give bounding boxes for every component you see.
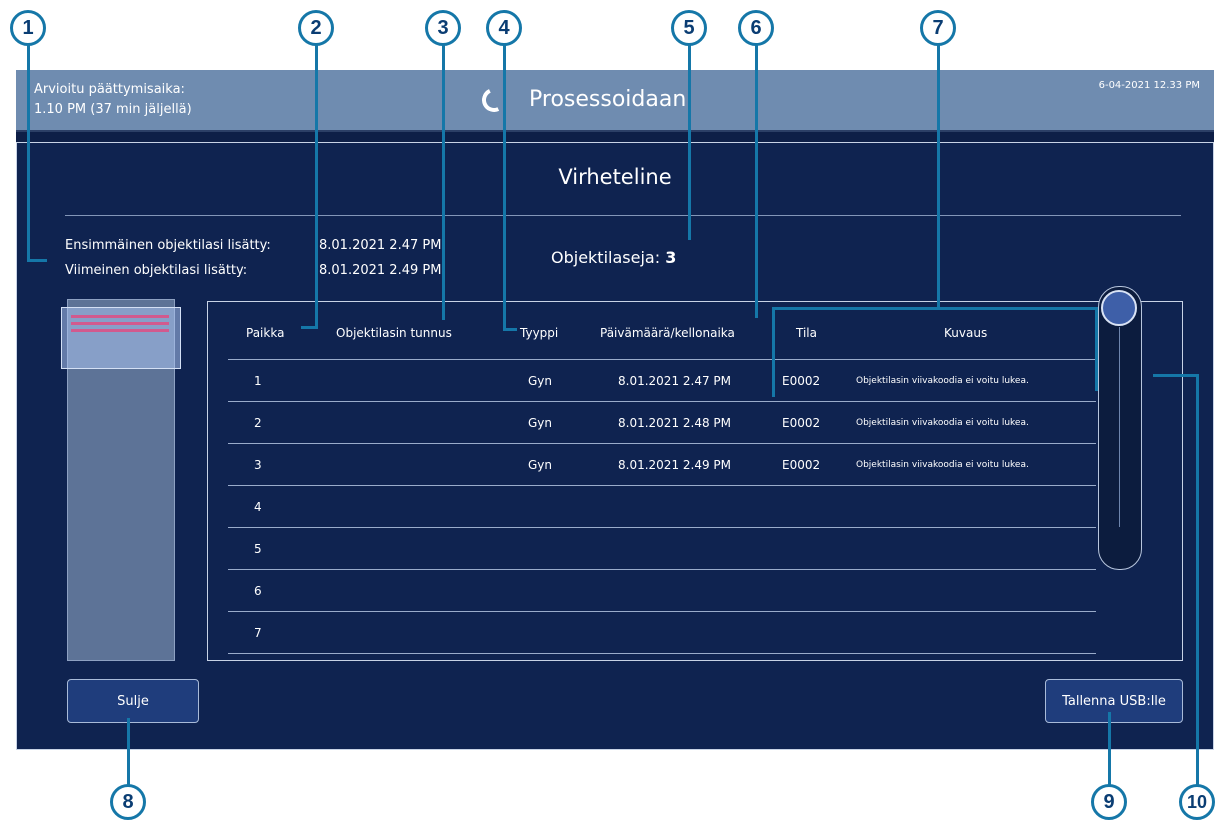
cell-position: 3 [254, 458, 262, 472]
table-row[interactable]: 4 [228, 486, 1096, 528]
table-row[interactable]: 7 [228, 612, 1096, 654]
eta-label: Arvioitu päättymisaika: [34, 82, 185, 97]
callout-line [503, 40, 506, 331]
callout-line [1153, 374, 1199, 377]
header-status: Tila [796, 326, 817, 340]
callout-line [1196, 374, 1199, 786]
callout-3: 3 [425, 10, 461, 46]
cell-datetime: 8.01.2021 2.48 PM [618, 416, 732, 430]
table-row[interactable]: 1 Gyn 8.01.2021 2.47 PM E0002 Objektilas… [228, 360, 1096, 402]
table-row[interactable]: 5 [228, 528, 1096, 570]
callout-9: 9 [1091, 784, 1127, 820]
callout-4: 4 [486, 10, 522, 46]
table-scrollbar[interactable] [1098, 286, 1142, 570]
callout-line [1095, 307, 1098, 391]
callout-line [442, 40, 445, 320]
callout-line [27, 40, 30, 262]
cell-status: E0002 [782, 458, 821, 472]
cell-description: Objektilasin viivakoodia ei voitu lukea. [856, 376, 1029, 386]
callout-line [503, 328, 517, 331]
header-position: Paikka [246, 326, 285, 340]
callout-line [688, 40, 691, 240]
callout-line [755, 40, 758, 318]
callout-line [127, 718, 130, 786]
header-slide-id: Objektilasin tunnus [336, 326, 452, 340]
scrollbar-thumb[interactable] [1101, 290, 1137, 326]
instrument-screen: Arvioitu päättymisaika: 1.10 PM (37 min … [16, 70, 1214, 750]
callout-10: 10 [1179, 784, 1215, 820]
slide-count-label: Objektilaseja: [551, 248, 661, 267]
cell-position: 4 [254, 500, 262, 514]
cell-position: 5 [254, 542, 262, 556]
callout-line [1108, 712, 1111, 786]
callout-7: 7 [920, 10, 956, 46]
cell-position: 2 [254, 416, 262, 430]
header-type: Tyyppi [520, 326, 559, 340]
cell-description: Objektilasin viivakoodia ei voitu lukea. [856, 460, 1029, 470]
callout-1: 1 [10, 10, 46, 46]
cell-type: Gyn [528, 374, 553, 388]
last-added-value: 8.01.2021 2.49 PM [319, 263, 442, 278]
system-datetime: 6-04-2021 12.33 PM [1098, 80, 1200, 91]
slide-count: Objektilaseja: 3 [551, 248, 676, 267]
callout-2: 2 [298, 10, 334, 46]
error-rack-dialog: Virheteline Ensimmäinen objektilasi lisä… [16, 142, 1214, 750]
callout-line [772, 307, 1098, 310]
callout-line [772, 307, 775, 397]
dialog-title: Virheteline [558, 165, 672, 189]
slide-marker [71, 329, 169, 332]
cell-datetime: 8.01.2021 2.47 PM [618, 374, 732, 388]
cell-status: E0002 [782, 374, 821, 388]
cell-status: E0002 [782, 416, 821, 430]
slide-marker [71, 315, 169, 318]
close-button[interactable]: Sulje [67, 679, 199, 723]
cell-type: Gyn [528, 458, 553, 472]
slide-count-value: 3 [665, 248, 677, 267]
cell-datetime: 8.01.2021 2.49 PM [618, 458, 732, 472]
cell-description: Objektilasin viivakoodia ei voitu lukea. [856, 418, 1029, 428]
header-datetime: Päivämäärä/kellonaika [600, 326, 735, 340]
table-row[interactable]: 2 Gyn 8.01.2021 2.48 PM E0002 Objektilas… [228, 402, 1096, 444]
table-row[interactable]: 3 Gyn 8.01.2021 2.49 PM E0002 Objektilas… [228, 444, 1096, 486]
save-usb-button[interactable]: Tallenna USB:lle [1045, 679, 1183, 723]
callout-5: 5 [671, 10, 707, 46]
callout-line [315, 40, 318, 328]
first-added-label: Ensimmäinen objektilasi lisätty: [65, 238, 271, 253]
last-added-label: Viimeinen objektilasi lisätty: [65, 263, 248, 278]
callout-line [27, 259, 47, 262]
table-row[interactable]: 6 [228, 570, 1096, 612]
processing-status: Prosessoidaan [529, 87, 687, 112]
callout-line [301, 326, 318, 329]
callout-6: 6 [738, 10, 774, 46]
callout-8: 8 [110, 784, 146, 820]
cell-position: 6 [254, 584, 262, 598]
eta-value: 1.10 PM (37 min jäljellä) [34, 102, 192, 117]
cell-type: Gyn [528, 416, 553, 430]
header-description: Kuvaus [944, 326, 988, 340]
status-bar: Arvioitu päättymisaika: 1.10 PM (37 min … [16, 70, 1214, 132]
scrollbar-rail [1119, 327, 1120, 527]
error-rack-table: Paikka Objektilasin tunnus Tyyppi Päiväm… [207, 301, 1183, 661]
cell-position: 7 [254, 626, 262, 640]
first-added-value: 8.01.2021 2.47 PM [319, 238, 442, 253]
slide-marker [71, 322, 169, 325]
divider [65, 215, 1181, 216]
callout-line [937, 40, 940, 310]
cell-position: 1 [254, 374, 262, 388]
